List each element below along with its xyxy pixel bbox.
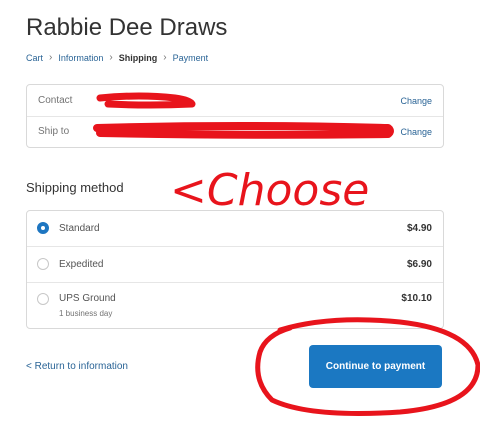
shipping-option-name: Standard [59,223,100,234]
shipping-option-price: $6.90 [406,259,432,270]
chevron-right-icon: › [163,52,167,63]
shop-title: Rabbie Dee Draws [26,14,228,41]
return-to-information-link[interactable]: < Return to information [26,361,128,372]
breadcrumb-payment[interactable]: Payment [173,53,209,63]
change-contact-link[interactable]: Change [400,96,432,106]
shipping-methods-list: Standard $4.90 Expedited $6.90 UPS Groun… [26,210,444,329]
shipping-option-standard[interactable]: Standard $4.90 [27,211,443,247]
shipping-option-ups-ground[interactable]: UPS Ground 1 business day $10.10 [27,283,443,328]
radio-selected-icon[interactable] [37,222,49,234]
shipping-option-price: $4.90 [406,223,432,234]
ship-to-label: Ship to [38,126,70,137]
radio-unselected-icon[interactable] [37,258,49,270]
shipping-option-expedited[interactable]: Expedited $6.90 [27,247,443,283]
breadcrumb-shipping: Shipping [118,52,158,63]
continue-to-payment-button[interactable]: Continue to payment [309,345,442,388]
breadcrumb-cart[interactable]: Cart [26,53,43,63]
radio-unselected-icon[interactable] [37,293,49,305]
shipping-option-name: Expedited [59,259,104,270]
chevron-right-icon: › [49,52,53,63]
annotation-text: <Choose [170,165,369,216]
contact-label: Contact [38,95,73,106]
shipping-option-detail: 1 business day [59,309,113,318]
contact-row: Contact Change [27,85,443,117]
shipping-option-price: $10.10 [401,293,432,304]
shipping-method-heading: Shipping method [26,180,124,195]
change-ship-to-link[interactable]: Change [400,127,432,137]
review-box: Contact Change Ship to Change [26,84,444,148]
shipping-option-name: UPS Ground [59,293,116,304]
breadcrumb: Cart › Information › Shipping › Payment [26,52,208,63]
breadcrumb-information[interactable]: Information [58,53,103,63]
chevron-right-icon: › [109,52,113,63]
ship-to-row: Ship to Change [27,116,443,147]
